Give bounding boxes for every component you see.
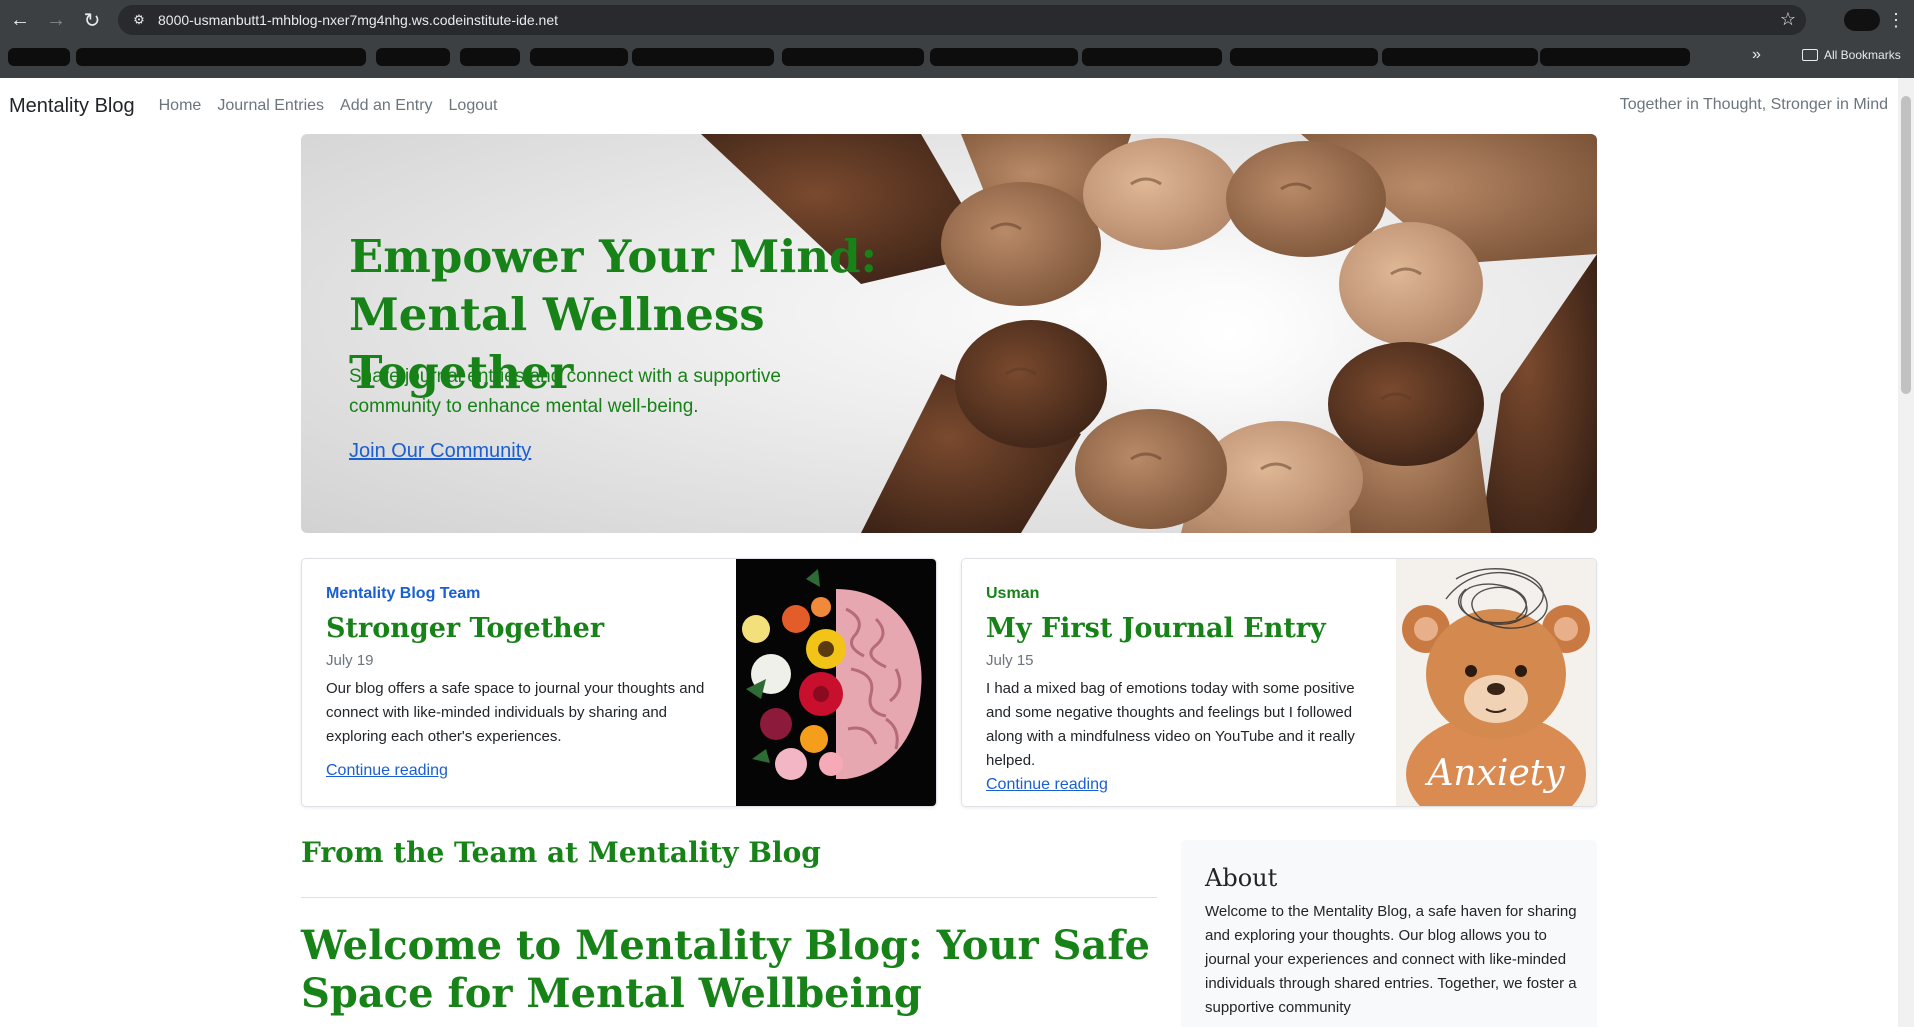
card-excerpt: Our blog offers a safe space to journal …	[326, 680, 705, 745]
hero-banner: Empower Your Mind: Mental Wellness Toget…	[301, 134, 1597, 533]
nav-link-logout[interactable]: Logout	[449, 97, 498, 115]
about-panel: About Welcome to the Mentality Blog, a s…	[1181, 840, 1597, 1027]
forward-icon[interactable]: →	[38, 2, 74, 38]
bookmark-item[interactable]	[1382, 48, 1538, 66]
scrollbar-thumb[interactable]	[1901, 96, 1911, 394]
nav-link-add-entry[interactable]: Add an Entry	[340, 97, 433, 115]
card-author: Usman	[986, 585, 1040, 602]
about-text: Welcome to the Mentality Blog, a safe ha…	[1205, 903, 1577, 1016]
continue-reading-link[interactable]: Continue reading	[326, 762, 448, 780]
brain-flowers-image	[736, 559, 936, 806]
site-navbar: Mentality Blog Home Journal Entries Add …	[0, 78, 1898, 134]
url-text[interactable]: 8000-usmanbutt1-mhblog-nxer7mg4nhg.ws.co…	[158, 12, 558, 28]
bookmark-item[interactable]	[8, 48, 70, 66]
bookmark-item[interactable]	[782, 48, 924, 66]
post-card: Mentality Blog Team Stronger Together Ju…	[301, 558, 937, 807]
nav-link-journal-entries[interactable]: Journal Entries	[217, 97, 324, 115]
card-title[interactable]: Stronger Together	[326, 613, 604, 644]
continue-reading-link[interactable]: Continue reading	[986, 776, 1108, 794]
featured-post-title[interactable]: Welcome to Mentality Blog: Your Safe Spa…	[301, 922, 1171, 1018]
bookmark-item[interactable]	[76, 48, 366, 66]
folder-icon	[1802, 49, 1818, 61]
address-bar[interactable]: ⚙ 8000-usmanbutt1-mhblog-nxer7mg4nhg.ws.…	[118, 5, 1806, 35]
menu-dots-icon[interactable]: ⋮	[1886, 6, 1906, 34]
section-divider	[301, 897, 1157, 898]
card-excerpt: I had a mixed bag of emotions today with…	[986, 680, 1355, 769]
all-bookmarks-button[interactable]: All Bookmarks	[1802, 48, 1901, 62]
bookmark-item[interactable]	[460, 48, 520, 66]
back-icon[interactable]: ←	[2, 2, 38, 38]
bookmark-item[interactable]	[1082, 48, 1222, 66]
site-tagline: Together in Thought, Stronger in Mind	[1619, 96, 1888, 113]
all-bookmarks-label: All Bookmarks	[1824, 48, 1901, 62]
card-date: July 19	[326, 652, 374, 669]
profile-avatar[interactable]	[1844, 9, 1880, 31]
hero-subtitle: Share journal entries and connect with a…	[349, 366, 781, 417]
site-brand[interactable]: Mentality Blog	[9, 95, 135, 118]
card-title[interactable]: My First Journal Entry	[986, 613, 1326, 644]
bookmark-item[interactable]	[930, 48, 1078, 66]
reload-icon[interactable]: ↻	[74, 2, 110, 38]
nav-link-home[interactable]: Home	[159, 97, 202, 115]
site-settings-icon[interactable]: ⚙	[124, 5, 154, 35]
anxiety-bear-image: Anxiety	[1396, 559, 1596, 806]
browser-chrome: ← → ↻ ⚙ 8000-usmanbutt1-mhblog-nxer7mg4n…	[0, 0, 1914, 78]
card-author: Mentality Blog Team	[326, 585, 481, 602]
bookmark-item[interactable]	[1230, 48, 1378, 66]
about-heading: About	[1205, 864, 1278, 892]
section-title: From the Team at Mentality Blog	[301, 836, 821, 869]
bookmark-item[interactable]	[632, 48, 774, 66]
bookmark-item[interactable]	[1540, 48, 1690, 66]
post-card: Usman My First Journal Entry July 15 I h…	[961, 558, 1597, 807]
nav-links: Home Journal Entries Add an Entry Logout	[151, 97, 506, 115]
bookmark-item[interactable]	[530, 48, 628, 66]
join-community-link[interactable]: Join Our Community	[349, 440, 531, 463]
bookmark-star-icon[interactable]: ☆	[1780, 9, 1796, 30]
more-bookmarks-icon[interactable]: »	[1752, 46, 1761, 64]
bookmark-item[interactable]	[376, 48, 450, 66]
anxiety-caption: Anxiety	[1424, 753, 1565, 794]
card-date: July 15	[986, 652, 1034, 669]
